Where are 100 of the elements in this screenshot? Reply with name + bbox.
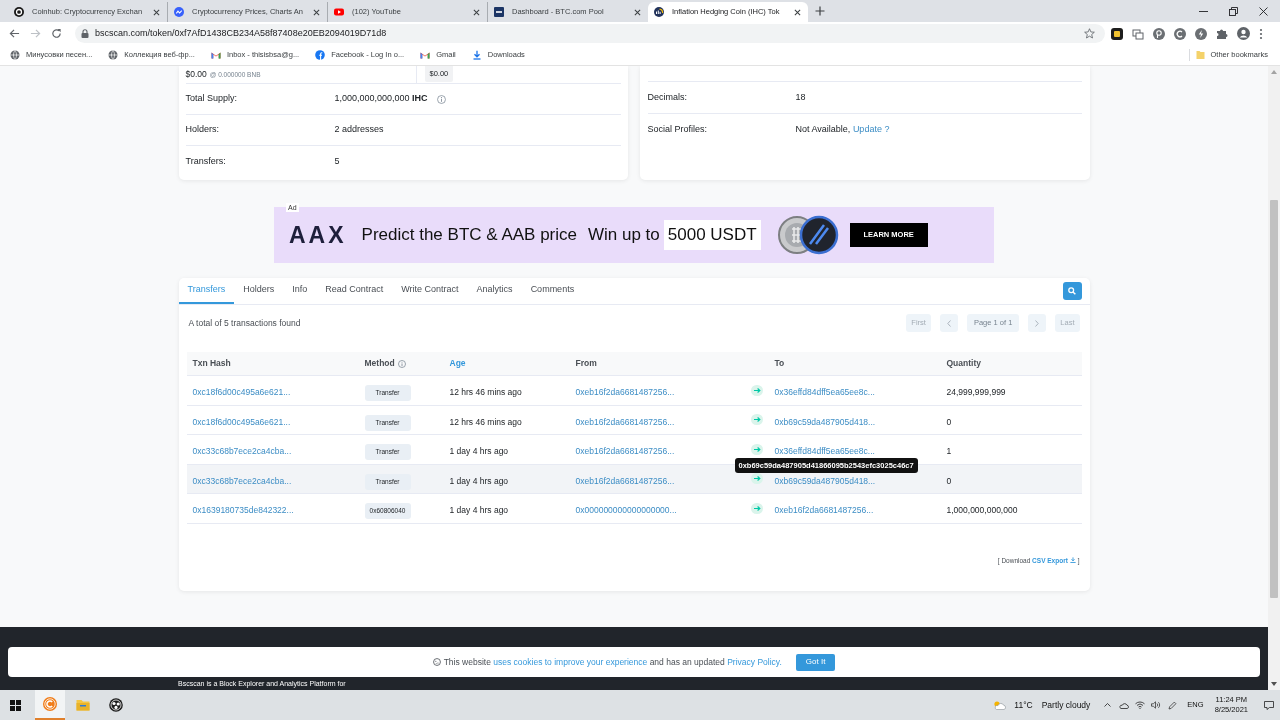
field-label: Holders: bbox=[185, 123, 220, 137]
field-value: Not Available, Update ? bbox=[795, 123, 890, 137]
from-address-link[interactable]: 0xeb16f2da6681487256... bbox=[575, 475, 675, 486]
close-icon[interactable] bbox=[313, 8, 320, 16]
cookie-icon bbox=[432, 658, 441, 666]
scrollbar[interactable] bbox=[1268, 66, 1280, 690]
tabs-icon[interactable] bbox=[1132, 27, 1144, 40]
to-address-link[interactable]: 0xeb16f2da6681487256... bbox=[774, 505, 874, 516]
chevron-up-icon[interactable] bbox=[1104, 703, 1112, 707]
caret-down-icon[interactable] bbox=[1271, 682, 1277, 686]
cloud-icon[interactable] bbox=[1119, 701, 1130, 709]
arrow-right-icon bbox=[750, 502, 763, 514]
close-icon[interactable] bbox=[473, 8, 480, 16]
field-value: 1,000,000,000,000 IHC bbox=[334, 92, 428, 106]
quantity-text: 1,000,000,000,000 bbox=[946, 505, 1018, 516]
to-address-link[interactable]: 0xb69c59da487905d418... bbox=[774, 475, 876, 486]
tab[interactable]: Read Contract bbox=[316, 278, 393, 304]
to-address-link[interactable]: 0xb69c59da487905d418... bbox=[774, 416, 876, 427]
more-vertical-icon[interactable] bbox=[1259, 27, 1263, 40]
weather-condition-text: Partly cloudy bbox=[1041, 698, 1091, 712]
arrow-right-icon bbox=[750, 443, 763, 455]
folder-icon bbox=[1196, 50, 1206, 60]
tab[interactable]: Info bbox=[283, 278, 317, 304]
from-address-link[interactable]: 0xeb16f2da6681487256... bbox=[575, 446, 675, 457]
cloud-sun-icon bbox=[993, 700, 1007, 710]
chevron-left-icon bbox=[946, 319, 951, 327]
plus-icon[interactable] bbox=[815, 6, 825, 16]
tab[interactable]: Comments bbox=[521, 278, 584, 304]
coin-c-icon bbox=[43, 697, 57, 711]
from-address-link[interactable]: 0xeb16f2da6681487256... bbox=[575, 416, 675, 427]
arrow-right-icon bbox=[750, 414, 763, 426]
scrollbar-thumb[interactable] bbox=[1270, 200, 1278, 598]
field-value: 18 bbox=[795, 90, 806, 104]
globe-icon bbox=[10, 50, 20, 60]
notification-icon[interactable] bbox=[1264, 700, 1274, 710]
search-icon bbox=[1068, 287, 1076, 295]
from-address-link[interactable]: 0x000000000000000000... bbox=[575, 505, 677, 516]
quantity-text: 0 bbox=[946, 475, 952, 486]
pen-icon[interactable] bbox=[1168, 700, 1178, 710]
speaker-icon[interactable] bbox=[1151, 701, 1162, 709]
puzzle-icon[interactable] bbox=[1216, 27, 1228, 40]
play-logo-icon bbox=[334, 7, 344, 17]
txn-hash-link[interactable]: 0xc18f6d00c495a6e621... bbox=[192, 387, 291, 398]
reload-icon[interactable] bbox=[51, 28, 62, 39]
restore-icon[interactable] bbox=[1229, 6, 1238, 16]
wifi-icon[interactable] bbox=[1135, 701, 1146, 709]
back-arrow-icon[interactable] bbox=[9, 28, 20, 39]
mail-icon bbox=[210, 50, 221, 60]
column-header: From bbox=[575, 357, 597, 370]
ad-highlight: 5000 USDT bbox=[663, 220, 761, 250]
age-text: 12 hrs 46 mins ago bbox=[449, 387, 522, 398]
circle-extension-icon[interactable] bbox=[1174, 27, 1186, 40]
age-text: 12 hrs 46 mins ago bbox=[449, 416, 522, 427]
tab[interactable]: Holders bbox=[234, 278, 284, 304]
lock-icon bbox=[81, 29, 89, 38]
download-icon bbox=[471, 50, 482, 60]
quantity-text: 1 bbox=[946, 446, 952, 457]
profile-icon[interactable] bbox=[1237, 27, 1250, 40]
price-value: $0.00 bbox=[185, 68, 207, 81]
field-value: 5 bbox=[334, 154, 340, 168]
field-label: Decimals: bbox=[647, 90, 688, 104]
circle-extension-icon[interactable] bbox=[1153, 27, 1165, 40]
close-icon[interactable] bbox=[1259, 6, 1268, 16]
tab[interactable]: Write Contract bbox=[392, 278, 468, 304]
download-icon bbox=[1069, 556, 1076, 563]
ad-logo: AAX bbox=[289, 223, 347, 247]
field-label: Transfers: bbox=[185, 154, 227, 168]
tab[interactable]: Analytics bbox=[467, 278, 522, 304]
column-header: Txn Hash bbox=[192, 357, 231, 370]
to-address-link[interactable]: 0x36effd84dff5ea65ee8c... bbox=[774, 387, 875, 398]
info-icon[interactable] bbox=[436, 94, 446, 104]
update-link[interactable]: Update ? bbox=[852, 124, 890, 135]
disc-icon bbox=[109, 698, 123, 712]
from-address-link[interactable]: 0xeb16f2da6681487256... bbox=[575, 387, 675, 398]
search-button[interactable] bbox=[1062, 282, 1082, 300]
txn-hash-link[interactable]: 0xc33c68b7ece2ca4cba... bbox=[192, 446, 292, 457]
txn-hash-link[interactable]: 0xc18f6d00c495a6e621... bbox=[192, 416, 291, 427]
lightning-icon[interactable] bbox=[1195, 27, 1207, 40]
square-extension-icon[interactable] bbox=[1111, 27, 1123, 40]
mail-icon bbox=[420, 50, 431, 60]
windows-logo-icon[interactable] bbox=[10, 699, 21, 711]
star-icon[interactable] bbox=[1084, 28, 1095, 39]
quantity-text: 0 bbox=[946, 416, 952, 427]
age-text: 1 day 4 hrs ago bbox=[449, 446, 509, 457]
square-logo-icon bbox=[494, 7, 504, 17]
close-icon[interactable] bbox=[153, 8, 160, 16]
txn-hash-link[interactable]: 0xc33c68b7ece2ca4cba... bbox=[192, 475, 292, 486]
field-label: Social Profiles: bbox=[647, 123, 709, 137]
column-header: To bbox=[774, 357, 785, 370]
address-bar[interactable]: bscscan.com/token/0xf7AfD1438CB234A58f87408e20EB2094019D71d8 bbox=[75, 24, 1105, 43]
txn-hash-link[interactable]: 0x1639180735de842322... bbox=[192, 505, 294, 516]
transactions-count: A total of 5 transactions found bbox=[188, 316, 301, 330]
cookie-notice-text: This website uses cookies to improve your experience and has an updated Privacy Policy. bbox=[443, 655, 782, 669]
column-header: Quantity bbox=[946, 357, 981, 370]
close-icon[interactable] bbox=[634, 8, 641, 16]
to-address-link[interactable]: 0x36effd84dff5ea65ee8c... bbox=[774, 446, 875, 457]
circle-logo-icon bbox=[654, 7, 664, 17]
close-icon[interactable] bbox=[794, 8, 801, 16]
f-circle-icon bbox=[315, 50, 326, 60]
age-text: 1 day 4 hrs ago bbox=[449, 505, 509, 516]
